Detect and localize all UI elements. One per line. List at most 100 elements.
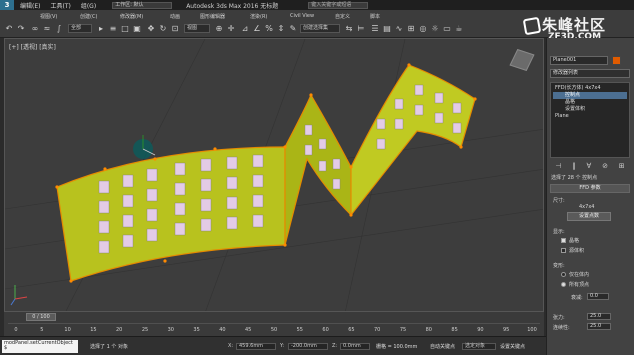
status-bar: modPanel.setCurrentObject $ 选择了 1 个 对象 X… xyxy=(0,336,546,355)
menu-group[interactable]: 组(G) xyxy=(81,1,96,10)
scale-icon[interactable]: ⊡ xyxy=(170,24,180,34)
display-label: 显示: xyxy=(553,229,565,235)
stack-item-lattice[interactable]: 晶格 xyxy=(553,99,627,106)
mirror-icon[interactable]: ⇆ xyxy=(344,24,354,34)
edit-named-selection-icon[interactable]: ✎ xyxy=(288,24,298,34)
object-color-swatch[interactable] xyxy=(612,56,621,65)
move-icon[interactable]: ✥ xyxy=(146,24,156,34)
modifier-list-dropdown[interactable]: 修改器列表 xyxy=(550,69,630,78)
menu-rendering[interactable]: 渲染(R) xyxy=(250,13,267,20)
menu-edit[interactable]: 编辑(E) xyxy=(20,1,40,10)
auto-key-button[interactable]: 自动关键点 xyxy=(430,343,455,350)
make-unique-icon[interactable]: ∀ xyxy=(587,162,592,172)
link-icon[interactable]: ∞ xyxy=(30,24,40,34)
stack-item-control-points[interactable]: 控制点 xyxy=(553,92,627,99)
falloff-spinner[interactable]: 0.0 xyxy=(587,293,609,300)
only-in-volume-radio[interactable] xyxy=(561,272,566,277)
menu-tools[interactable]: 工具(T) xyxy=(50,1,70,10)
menu-views[interactable]: 视图(V) xyxy=(40,13,57,20)
menu-animation[interactable]: 动画 xyxy=(170,13,180,20)
key-filter-dropdown[interactable]: 选定对象 xyxy=(462,343,496,350)
snap-toggle-icon[interactable]: ⊿ xyxy=(240,24,250,34)
material-editor-icon[interactable]: ◎ xyxy=(418,24,428,34)
toggle-ribbon-icon[interactable]: ▤ xyxy=(382,24,392,34)
scene-geometry[interactable] xyxy=(5,39,544,312)
facade-left-panel[interactable] xyxy=(56,146,286,282)
rotate-icon[interactable]: ↻ xyxy=(158,24,168,34)
layer-explorer-icon[interactable]: ☰ xyxy=(370,24,380,34)
search-input[interactable]: 键入关键字或短语 xyxy=(308,1,369,9)
lattice-checkbox[interactable] xyxy=(561,238,566,243)
render-setup-icon[interactable]: ☼ xyxy=(430,24,440,34)
title-bar: 3 编辑(E) 工具(T) 组(G) 工作区: 默认 Autodesk 3ds … xyxy=(0,0,634,10)
x-coordinate-field[interactable]: 459.6mm xyxy=(236,343,276,350)
set-number-of-points-button[interactable]: 设置点数 xyxy=(567,212,611,221)
maxscript-listener[interactable]: modPanel.setCurrentObject $ xyxy=(2,340,78,353)
track-bar-tick-label: 95 xyxy=(503,327,510,333)
track-bar-tick-label: 35 xyxy=(193,327,200,333)
remove-modifier-icon[interactable]: ⊘ xyxy=(602,162,608,172)
percent-snap-icon[interactable]: % xyxy=(264,24,274,34)
schematic-view-icon[interactable]: ⊞ xyxy=(406,24,416,34)
z-coordinate-field[interactable]: 0.0mm xyxy=(340,343,370,350)
transform-gizmo[interactable] xyxy=(133,135,156,159)
track-bar-tick-label: 25 xyxy=(141,327,149,333)
menu-civil-view[interactable]: Civil View xyxy=(290,13,314,19)
x-coordinate-label: X: xyxy=(228,343,234,349)
rect-selection-icon[interactable]: □ xyxy=(120,24,130,34)
facade-right-panel[interactable] xyxy=(350,64,476,217)
app-logo-icon[interactable]: 3 xyxy=(0,0,14,10)
stack-tools: ⊣ ‖ ∀ ⊘ ⊞ xyxy=(550,162,630,172)
menu-customize[interactable]: 自定义 xyxy=(335,13,350,20)
curve-editor-icon[interactable]: ∿ xyxy=(394,24,404,34)
pin-stack-icon[interactable]: ⊣ xyxy=(555,162,561,172)
menu-create[interactable]: 创建(C) xyxy=(80,13,97,20)
y-coordinate-field[interactable]: -200.0mm xyxy=(288,343,328,350)
source-volume-checkbox[interactable] xyxy=(561,248,566,253)
select-by-name-icon[interactable]: ≡ xyxy=(108,24,118,34)
track-bar-tick-label: 15 xyxy=(90,327,97,333)
all-vertices-radio[interactable] xyxy=(561,282,566,287)
undo-icon[interactable]: ↶ xyxy=(4,24,14,34)
object-name-field[interactable]: Plane001 xyxy=(550,56,608,65)
only-in-volume-label: 仅在体内 xyxy=(569,272,590,278)
select-manipulate-icon[interactable]: ✛ xyxy=(226,24,236,34)
set-key-button[interactable]: 设置关键点 xyxy=(500,343,525,350)
modifier-stack[interactable]: FFD(长方体) 4x7x4 控制点 晶格 设置体积 Plane xyxy=(550,82,630,158)
track-bar-tick-label: 55 xyxy=(296,327,303,333)
align-icon[interactable]: ⊨ xyxy=(356,24,366,34)
track-bar-tick-label: 10 xyxy=(64,327,71,333)
unlink-icon[interactable]: ≈ xyxy=(42,24,52,34)
perspective-viewport[interactable]: [+] [透视] [真实] xyxy=(4,38,544,312)
configure-sets-icon[interactable]: ⊞ xyxy=(619,162,625,172)
stack-item-plane[interactable]: Plane xyxy=(553,113,627,120)
window-crossing-icon[interactable]: ▣ xyxy=(132,24,142,34)
rendered-frame-window-icon[interactable]: ▭ xyxy=(442,24,452,34)
time-slider[interactable]: 0 / 100 xyxy=(26,313,56,321)
tension-spinner[interactable]: 25.0 xyxy=(587,313,611,320)
pivot-center-icon[interactable]: ⊕ xyxy=(214,24,224,34)
track-bar-tick-label: 60 xyxy=(322,327,329,333)
spinner-snap-icon[interactable]: ⇕ xyxy=(276,24,286,34)
angle-snap-icon[interactable]: ∠ xyxy=(252,24,262,34)
render-production-icon[interactable]: ☕ xyxy=(454,24,464,34)
redo-icon[interactable]: ↷ xyxy=(16,24,26,34)
bind-space-warp-icon[interactable]: ∫ xyxy=(54,24,64,34)
track-bar[interactable]: 0 5 10 15 20 25 30 35 40 45 50 55 60 65 70 75 80 85 90 95 10… xyxy=(8,323,540,335)
menu-modifiers[interactable]: 修改器(M) xyxy=(120,13,143,20)
stack-item-set-volume[interactable]: 设置体积 xyxy=(553,106,627,113)
selection-status-text: 选择了 28 个 控制点 xyxy=(551,175,598,181)
facade-middle-panel[interactable] xyxy=(284,93,352,246)
menu-graph-editors[interactable]: 图形编辑器 xyxy=(200,13,225,20)
ffd-parameters-rollout[interactable]: FFD 参数 xyxy=(550,184,630,193)
stack-item-ffd[interactable]: FFD(长方体) 4x7x4 xyxy=(553,85,627,92)
select-object-icon[interactable]: ▸ xyxy=(96,24,106,34)
selection-filter-dropdown[interactable]: 全部 xyxy=(68,24,92,33)
continuity-spinner[interactable]: 25.0 xyxy=(587,323,611,330)
track-bar-tick-label: 100 xyxy=(527,327,537,333)
workspace-dropdown[interactable]: 工作区: 默认 xyxy=(112,1,173,9)
show-end-result-icon[interactable]: ‖ xyxy=(572,162,576,172)
menu-scripting[interactable]: 脚本 xyxy=(370,13,380,20)
reference-coordinate-dropdown[interactable]: 视图 xyxy=(184,24,210,33)
named-selection-sets-dropdown[interactable]: 创建选择集 xyxy=(300,24,340,33)
